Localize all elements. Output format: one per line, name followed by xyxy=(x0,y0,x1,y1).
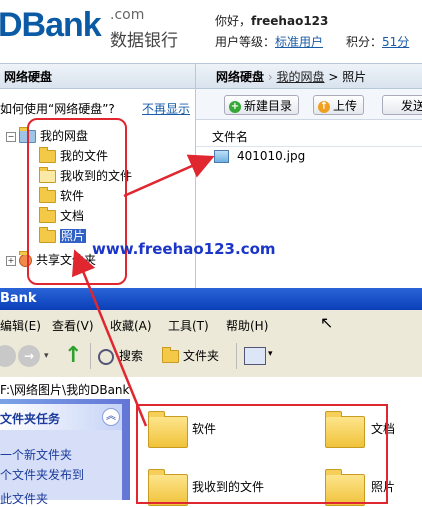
arrow-to-tree xyxy=(71,249,148,427)
arrow-to-file-list xyxy=(123,154,215,198)
annotation-arrows xyxy=(71,154,215,427)
